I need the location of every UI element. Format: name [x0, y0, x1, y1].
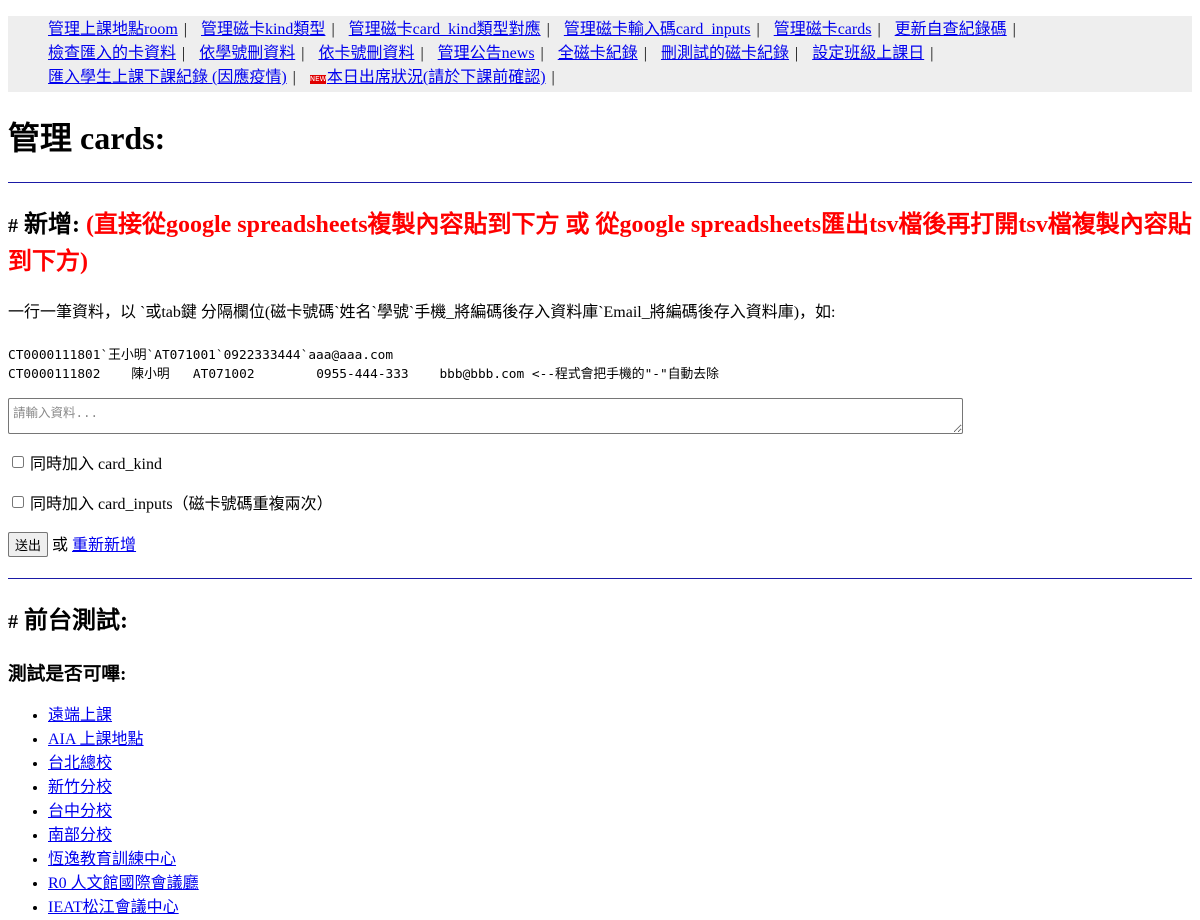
form-actions: 送出 或 重新新增	[8, 532, 1192, 558]
nav-separator: |	[546, 21, 550, 38]
test-subheading: 測試是否可嗶:	[8, 664, 127, 685]
nav-separator: |	[183, 21, 187, 38]
hash-mark: #	[8, 215, 18, 237]
nav-link-room[interactable]: 管理上課地點room	[48, 21, 178, 38]
data-input[interactable]	[8, 398, 963, 434]
nav-separator: |	[420, 45, 424, 62]
location-link-remote[interactable]: 遠端上課	[48, 707, 112, 724]
nav-separator: |	[182, 45, 186, 62]
nav-link-news[interactable]: 管理公告news	[438, 45, 535, 62]
list-item: R0 人文館國際會議廳	[48, 872, 1192, 896]
nav-link-delete-by-card[interactable]: 依卡號刪資料	[318, 45, 414, 62]
add-heading-text: 新增:	[24, 212, 80, 238]
nav-separator: |	[331, 21, 335, 38]
test-heading-text: 前台測試:	[24, 608, 128, 634]
card-inputs-label: 同時加入 card_inputs（磁卡號碼重複兩次）	[30, 496, 333, 513]
nav-separator: |	[551, 69, 555, 86]
nav-link-import-attendance[interactable]: 匯入學生上課下課紀錄 (因應疫情)	[48, 69, 287, 86]
list-item: 恆逸教育訓練中心	[48, 848, 1192, 872]
nav-link-check-import[interactable]: 檢查匯入的卡資料	[48, 45, 176, 62]
nav-separator: |	[292, 69, 296, 86]
nav-link-cards[interactable]: 管理磁卡cards	[774, 21, 872, 38]
page: 管理上課地點room | 管理磁卡kind類型 | 管理磁卡card_kind類型對應 |…	[0, 0, 1200, 920]
add-section-heading: # 新增: (直接從google spreadsheets複製內容貼到下方 或 …	[8, 207, 1192, 280]
nav-separator: |	[301, 45, 305, 62]
list-item: 台北總校	[48, 752, 1192, 776]
location-link-taipei[interactable]: 台北總校	[48, 755, 112, 772]
list-item: AIA 上課地點	[48, 728, 1192, 752]
nav-link-delete-by-student[interactable]: 依學號刪資料	[199, 45, 295, 62]
nav-link-card-inputs[interactable]: 管理磁卡輸入碼card_inputs	[564, 21, 751, 38]
list-item: 台中分校	[48, 800, 1192, 824]
location-link-hengyi[interactable]: 恆逸教育訓練中心	[48, 851, 176, 868]
test-section-heading: # 前台測試:	[8, 603, 1192, 640]
location-link-hsinchu[interactable]: 新竹分校	[48, 779, 112, 796]
example-data: CT0000111801`王小明`AT071001`0922333444`aaa…	[8, 348, 719, 382]
list-item: 南部分校	[48, 824, 1192, 848]
nav-separator: |	[877, 21, 881, 38]
or-text: 或	[52, 537, 69, 554]
nav-link-delete-test-records[interactable]: 刪測試的磁卡紀錄	[661, 45, 789, 62]
nav-link-kind[interactable]: 管理磁卡kind類型	[201, 21, 325, 38]
card-kind-option: 同時加入 card_kind	[8, 456, 1192, 474]
card-kind-label: 同時加入 card_kind	[30, 456, 162, 473]
nav-separator: |	[540, 45, 544, 62]
hot-new-icon: NEW	[309, 75, 327, 84]
top-nav: 管理上課地點room | 管理磁卡kind類型 | 管理磁卡card_kind類型對應 |…	[8, 16, 1192, 92]
location-link-south[interactable]: 南部分校	[48, 827, 112, 844]
format-description: 一行一筆資料，以 `或tab鍵 分隔欄位(磁卡號碼`姓名`學號`手機_將編碼後存…	[8, 304, 836, 321]
nav-separator: |	[794, 45, 799, 62]
list-item: 新竹分校	[48, 776, 1192, 800]
nav-separator: |	[756, 21, 760, 38]
test-location-list: 遠端上課 AIA 上課地點 台北總校 新竹分校 台中分校 南部分校 恆逸教育訓練…	[8, 704, 1192, 920]
reset-link[interactable]: 重新新增	[72, 537, 136, 554]
nav-separator: |	[930, 45, 934, 62]
hash-mark: #	[8, 611, 18, 633]
card-inputs-checkbox[interactable]	[12, 496, 24, 508]
submit-button[interactable]: 送出	[8, 532, 49, 557]
page-title: 管理 cards:	[8, 120, 166, 156]
nav-separator: |	[1012, 21, 1016, 38]
location-link-taichung[interactable]: 台中分校	[48, 803, 112, 820]
add-heading-note: (直接從google spreadsheets複製內容貼到下方 或 從googl…	[8, 212, 1192, 275]
card-kind-checkbox[interactable]	[12, 456, 24, 468]
nav-link-class-days[interactable]: 設定班級上課日	[812, 45, 924, 62]
divider	[8, 578, 1192, 579]
card-inputs-option: 同時加入 card_inputs（磁卡號碼重複兩次）	[8, 496, 1192, 514]
location-link-aia[interactable]: AIA 上課地點	[48, 731, 144, 748]
nav-link-all-records[interactable]: 全磁卡紀錄	[558, 45, 638, 62]
nav-link-card-kind[interactable]: 管理磁卡card_kind類型對應	[349, 21, 541, 38]
nav-separator: |	[643, 45, 647, 62]
location-link-r0-hall[interactable]: R0 人文館國際會議廳	[48, 875, 199, 892]
list-item: 遠端上課	[48, 704, 1192, 728]
location-link-ieat[interactable]: IEAT松江會議中心	[48, 899, 179, 916]
divider	[8, 182, 1192, 183]
nav-link-update-code[interactable]: 更新自查紀錄碼	[895, 21, 1007, 38]
nav-link-today-attendance[interactable]: 本日出席狀況(請於下課前確認)	[327, 69, 546, 86]
